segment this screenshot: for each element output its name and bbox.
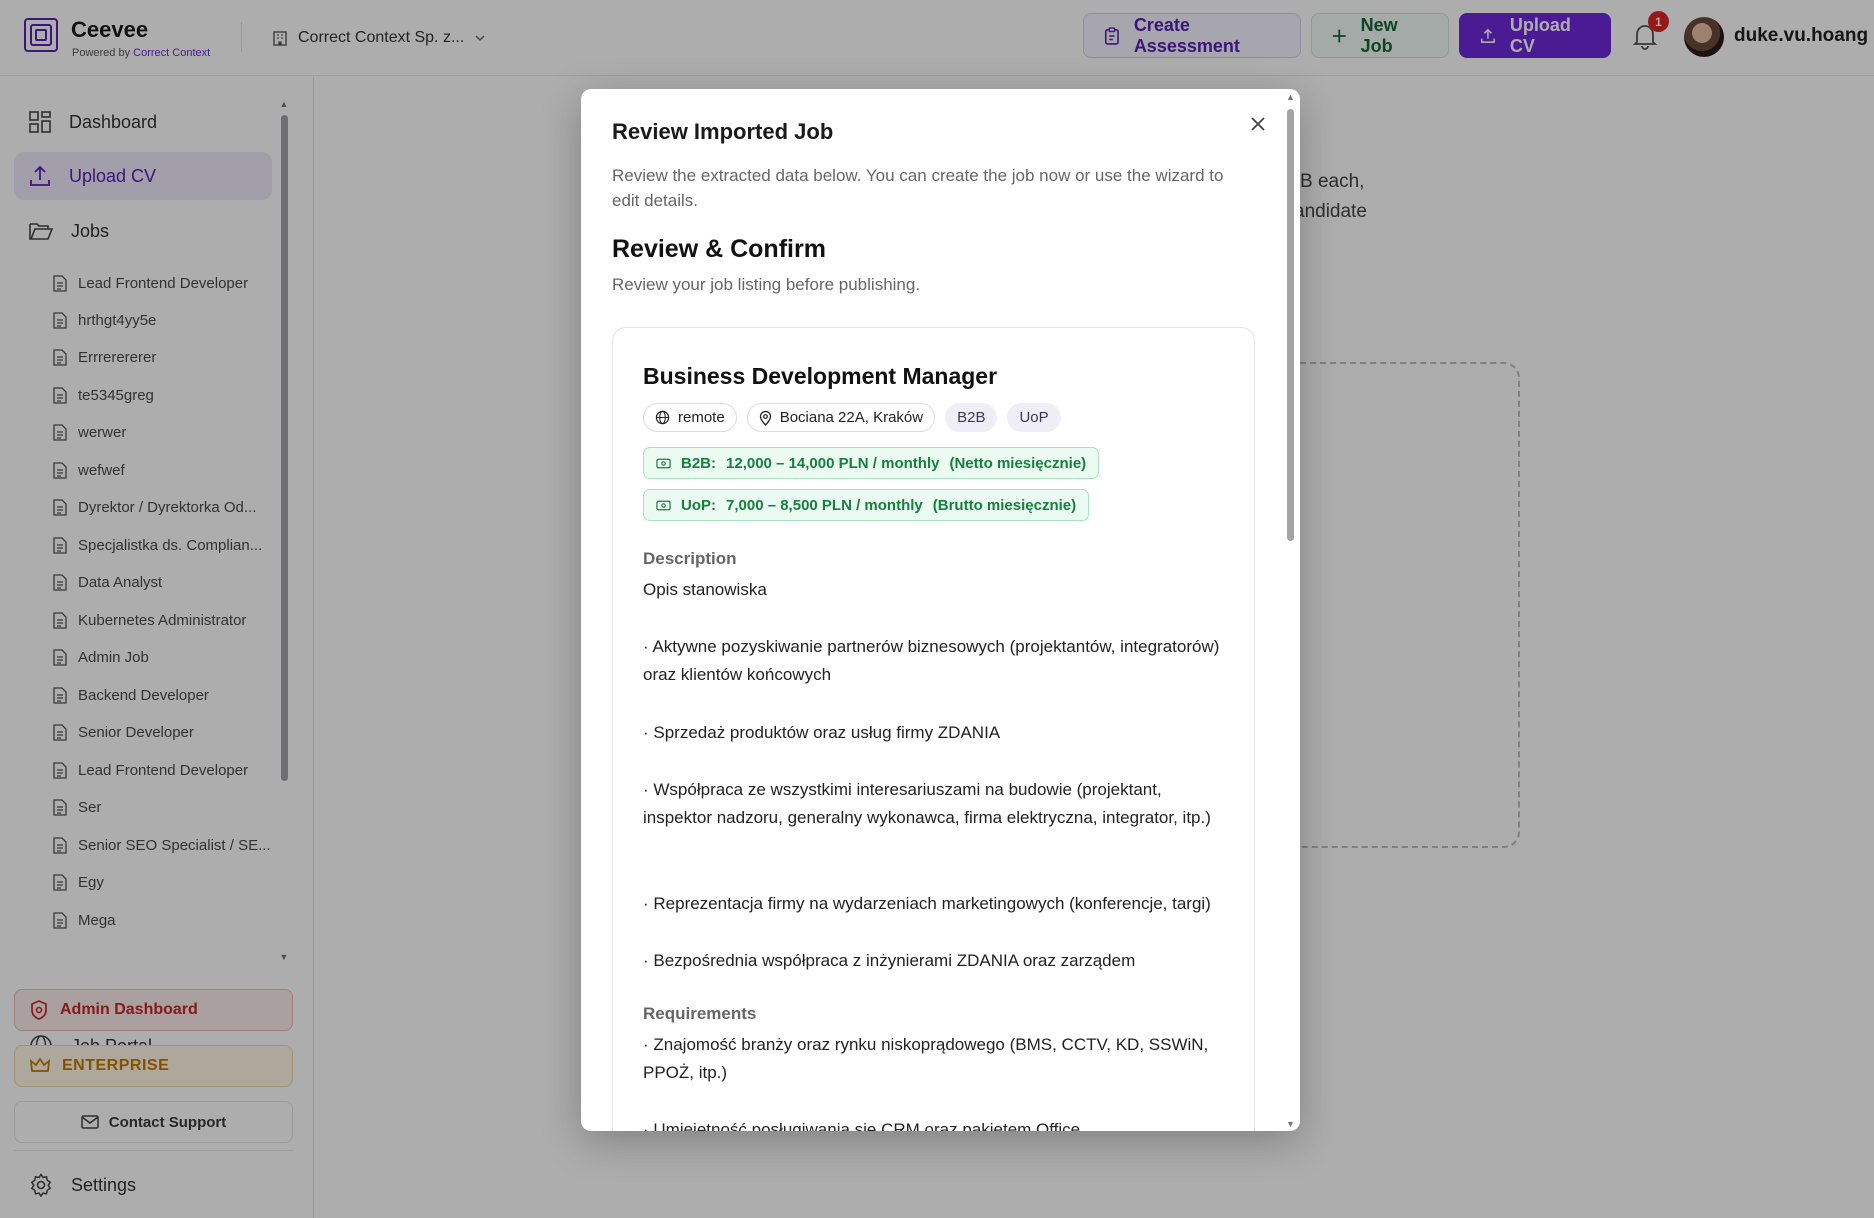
- location-label: Bociana 22A, Kraków: [779, 409, 924, 426]
- modal-scroll-thumb[interactable]: [1287, 109, 1294, 541]
- description-line-6: · Bezpośrednia współpraca z inżynierami …: [643, 951, 1136, 970]
- requirements-line-1: · Znajomość branży oraz rynku niskoprądo…: [643, 1035, 1209, 1082]
- banknote-icon: [656, 500, 671, 510]
- modal-scroll-down-arrow-icon[interactable]: ▼: [1285, 1119, 1296, 1129]
- requirements-label: Requirements: [643, 1004, 757, 1023]
- description-line-2: · Aktywne pozyskiwanie partnerów bizneso…: [643, 637, 1220, 684]
- salary-b2b: B2B: 12,000 – 14,000 PLN / monthly (Nett…: [643, 447, 1100, 479]
- salary-uop-range: 7,000 – 8,500 PLN / monthly: [726, 496, 923, 514]
- review-imported-job-modal: Review Imported Job Review the extracted…: [581, 89, 1300, 1131]
- location-chip: Bociana 22A, Kraków: [746, 403, 936, 432]
- work-mode-chip: remote: [643, 403, 737, 432]
- work-mode-label: remote: [678, 409, 725, 426]
- description-line-3: · Sprzedaż produktów oraz usług firmy ZD…: [643, 723, 1001, 742]
- job-title: Business Development Manager: [643, 363, 998, 389]
- modal-scroll-up-arrow-icon[interactable]: ▲: [1285, 92, 1296, 102]
- description-line-1: Opis stanowiska: [643, 580, 767, 599]
- banknote-icon: [656, 458, 671, 468]
- contract-type-chip-b2b: B2B: [945, 403, 998, 432]
- description-line-5: · Reprezentacja firmy na wydarzeniach ma…: [643, 894, 1211, 913]
- modal-description: Review the extracted data below. You can…: [612, 166, 1224, 210]
- description-line-4: · Współpraca ze wszystkimi interesariusz…: [643, 780, 1211, 827]
- requirements-line-2: · Umiejętność posługiwania się CRM oraz …: [643, 1120, 1081, 1131]
- review-confirm-heading: Review & Confirm: [612, 235, 826, 263]
- contract-type-chip-uop: UoP: [1007, 403, 1061, 432]
- salary-uop: UoP: 7,000 – 8,500 PLN / monthly (Brutto…: [643, 489, 1090, 521]
- salary-b2b-range: 12,000 – 14,000 PLN / monthly: [726, 454, 940, 472]
- description-label: Description: [643, 549, 737, 568]
- close-icon[interactable]: [1243, 109, 1273, 139]
- map-pin-icon: [759, 410, 771, 426]
- job-tags: remote Bociana 22A, Kraków B2B UoP: [643, 403, 1061, 432]
- salary-b2b-label: B2B:: [681, 454, 717, 472]
- job-preview-card: Business Development Manager remote Boci…: [612, 327, 1255, 1131]
- modal-title: Review Imported Job: [612, 119, 834, 144]
- globe-icon: [655, 410, 670, 425]
- salary-uop-note: (Brutto miesięcznie): [932, 496, 1077, 514]
- salary-b2b-note: (Netto miesięcznie): [949, 454, 1087, 472]
- salary-uop-label: UoP:: [681, 496, 716, 514]
- review-confirm-subheading: Review your job listing before publishin…: [612, 275, 921, 294]
